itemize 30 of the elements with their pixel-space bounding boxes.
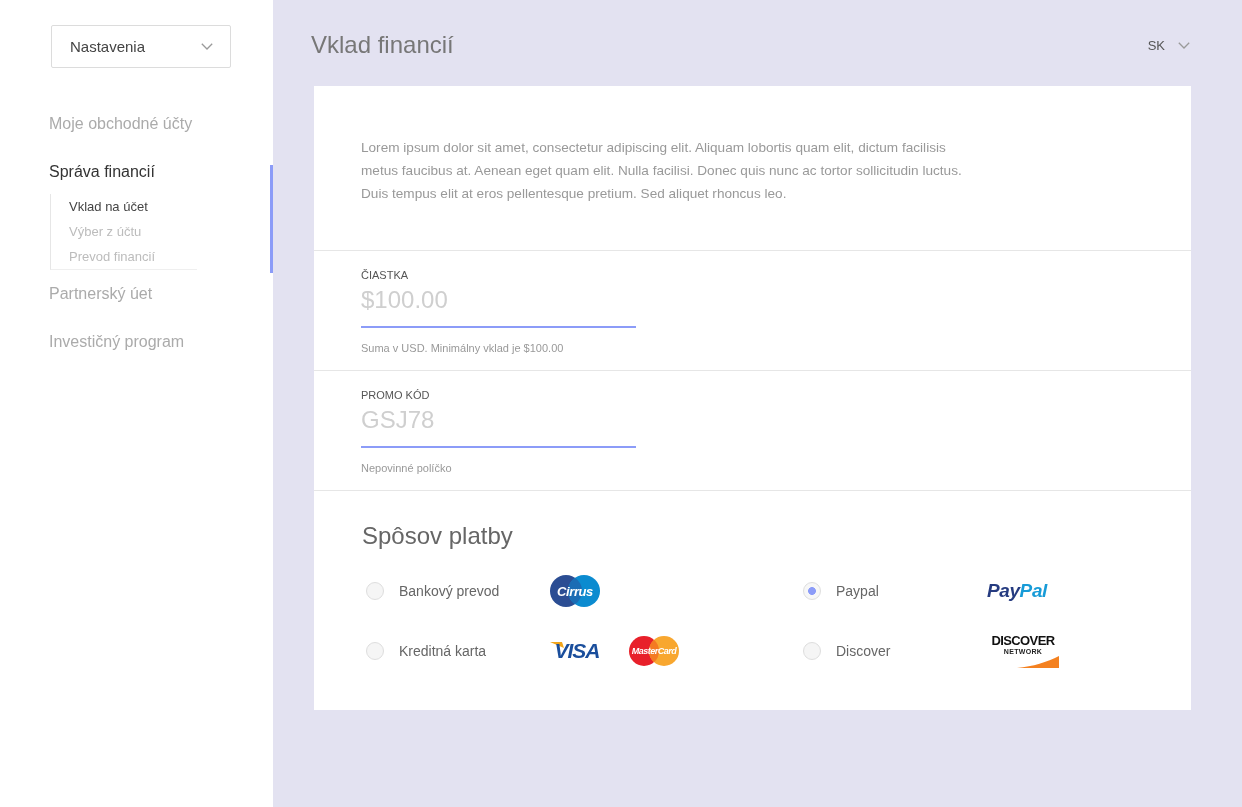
intro-text: Lorem ipsum dolor sit amet, consectetur adipiscing elit. Aliquam lobortis quam elit, dictum facilisis metus faucibus at. Aenean eget quam elit. Nulla facilisi. Donec quis nunc ac tortor sollicitudin luctus. Duis tempus elit at eros pellentesque pretium. Sed aliquet rhoncus leo. — [361, 139, 963, 203]
payment-logo: PayPal — [987, 580, 1047, 602]
method-label: Paypal — [836, 582, 879, 600]
radio-button[interactable] — [366, 582, 384, 600]
method-label: Bankový prevod — [399, 582, 500, 600]
radio-button[interactable] — [366, 642, 384, 660]
payment-logo: MasterCard — [629, 636, 679, 666]
submenu-item[interactable]: Vklad na účet — [69, 198, 148, 215]
language-selector[interactable]: SK — [1147, 37, 1190, 53]
settings-dropdown[interactable]: Nastavenia — [51, 25, 231, 68]
field-label: PROMO KÓD — [361, 388, 430, 402]
chevron-down-icon — [1178, 41, 1190, 49]
sidebar-item[interactable]: Investičný program — [49, 333, 185, 350]
sidebar-item[interactable]: Partnerský úet — [49, 285, 153, 302]
submenu-item[interactable]: Prevod financií — [69, 248, 155, 265]
radio-button[interactable] — [803, 642, 821, 660]
submenu-item[interactable]: Výber z účtu — [69, 223, 142, 240]
sidebar-item[interactable]: Správa financií — [49, 163, 155, 180]
method-label: Discover — [836, 642, 891, 660]
method-label: Kreditná karta — [399, 642, 487, 660]
field-label: ČIASTKA — [361, 268, 409, 282]
payment-logo: Cirrus — [550, 575, 600, 607]
sidebar-item[interactable]: Moje obchodné účty — [49, 115, 193, 132]
payment-logo: VISA — [550, 641, 604, 661]
radio-button[interactable] — [803, 582, 821, 600]
page-title: Vklad financií — [311, 31, 454, 59]
field-hint: Suma v USD. Minimálny vklad je $100.00 — [361, 341, 564, 355]
chevron-down-icon — [201, 43, 213, 50]
field-hint: Nepovinné políčko — [361, 461, 452, 475]
section-title: Spôsov platby — [362, 522, 513, 550]
